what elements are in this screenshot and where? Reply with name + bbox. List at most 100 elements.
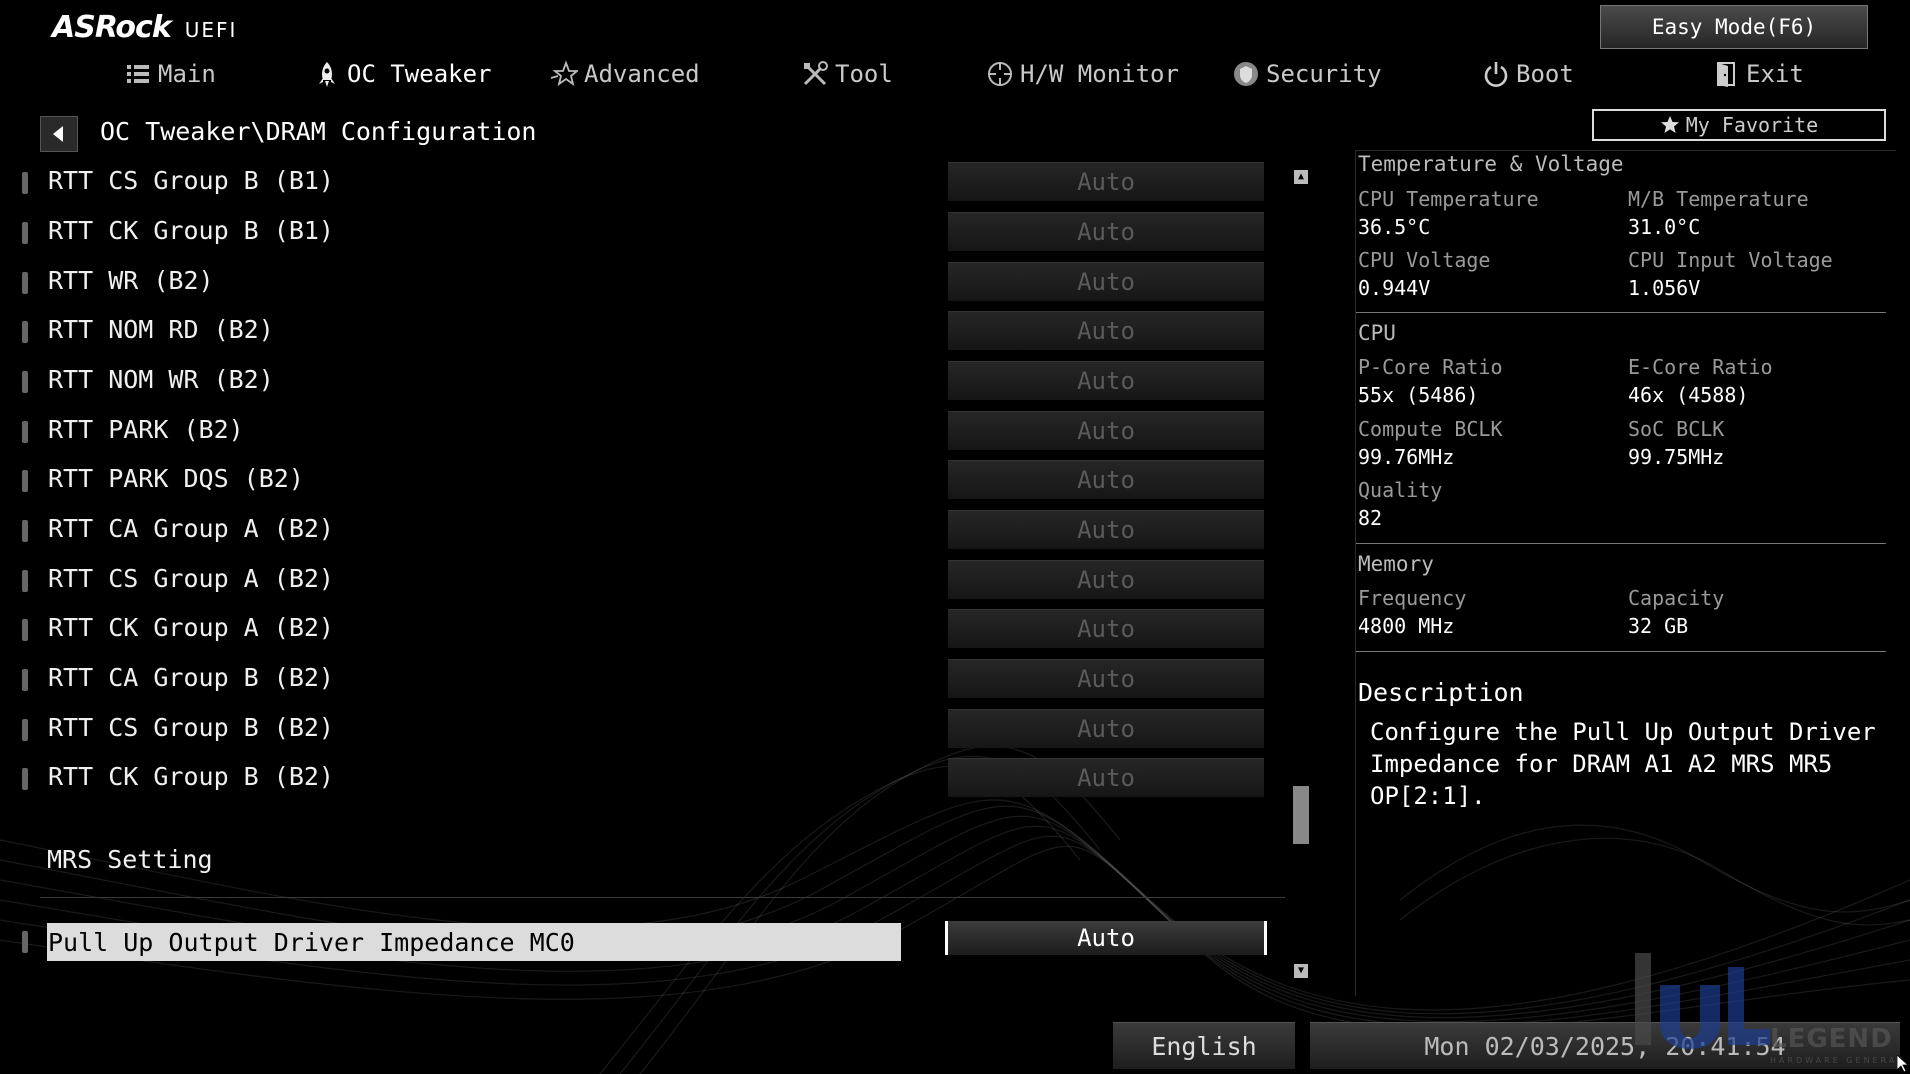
scroll-down-arrow-icon[interactable]: ▼ [1294, 964, 1308, 978]
setting-value-button[interactable]: Auto [948, 311, 1264, 350]
row-bullet-icon [22, 172, 28, 194]
setting-row-selected[interactable]: Pull Up Output Driver Impedance MC0 Auto [0, 921, 1290, 969]
setting-label: RTT PARK (B2) [48, 415, 244, 444]
setting-label: RTT CK Group B (B2) [48, 762, 334, 791]
mouse-cursor-icon [1897, 1055, 1909, 1073]
easy-mode-button[interactable]: Easy Mode(F6) [1600, 5, 1868, 49]
list-icon [127, 65, 149, 83]
my-favorite-button[interactable]: My Favorite [1592, 109, 1886, 141]
setting-label: RTT PARK DQS (B2) [48, 464, 304, 493]
pcore-ratio-label: P-Core Ratio [1358, 355, 1503, 379]
memory-section-title: Memory [1358, 552, 1434, 576]
brand-name: ASRock [52, 10, 172, 45]
tab-advanced-label: Advanced [584, 60, 700, 88]
tab-exit[interactable]: Exit [1712, 56, 1804, 92]
watermark-subtext: HARDWARE GENERATION [1770, 1056, 1905, 1065]
tab-main[interactable]: Main [124, 56, 216, 92]
setting-label: RTT WR (B2) [48, 266, 214, 295]
favorite-star-icon [1660, 116, 1679, 133]
setting-row[interactable]: RTT CS Group B (B1) Auto [0, 159, 1290, 205]
back-button[interactable] [40, 116, 78, 152]
setting-row[interactable]: RTT CK Group B (B2) Auto [0, 755, 1290, 801]
setting-value-button[interactable]: Auto [948, 560, 1264, 599]
tab-security[interactable]: Security [1232, 56, 1382, 92]
setting-label: RTT CS Group B (B2) [48, 713, 334, 742]
setting-row[interactable]: RTT CA Group A (B2) Auto [0, 507, 1290, 553]
tools-icon [803, 61, 828, 86]
capacity-value: 32 GB [1628, 614, 1689, 638]
asrock-logo: ASRock UEFI [52, 10, 237, 45]
setting-row[interactable]: RTT CA Group B (B2) Auto [0, 656, 1290, 702]
tab-security-label: Security [1266, 60, 1382, 88]
row-bullet-icon [22, 669, 28, 691]
soc-bclk-value: 99.75MHz [1628, 445, 1725, 469]
setting-row[interactable]: RTT WR (B2) Auto [0, 259, 1290, 305]
setting-value-button[interactable]: Auto [948, 361, 1264, 400]
language-button[interactable]: English [1113, 1022, 1295, 1069]
capacity-label: Capacity [1628, 586, 1725, 610]
door-icon [1717, 62, 1735, 87]
tab-tool[interactable]: Tool [801, 56, 893, 92]
setting-label: RTT CA Group B (B2) [48, 663, 334, 692]
row-bullet-icon [22, 222, 28, 244]
tab-boot-label: Boot [1516, 60, 1574, 88]
setting-value-button[interactable]: Auto [948, 758, 1264, 797]
setting-value-button[interactable]: Auto [948, 609, 1264, 648]
setting-value-button[interactable]: Auto [945, 921, 1267, 955]
description-text: Configure the Pull Up Output Driver Impe… [1370, 718, 1876, 810]
power-icon [1484, 62, 1508, 87]
settings-scrollbar[interactable]: ▲ ▼ [1292, 168, 1310, 980]
setting-value-button[interactable]: Auto [948, 411, 1264, 450]
setting-label: RTT CK Group A (B2) [48, 613, 334, 642]
ecore-ratio-label: E-Core Ratio [1628, 355, 1773, 379]
frequency-value: 4800 MHz [1358, 614, 1455, 638]
setting-label: RTT CA Group A (B2) [48, 514, 334, 543]
scroll-thumb[interactable] [1293, 786, 1309, 844]
legend-watermark-logo: LEGEND HARDWARE GENERATION [1635, 953, 1905, 1065]
setting-value-button[interactable]: Auto [948, 262, 1264, 301]
setting-row[interactable]: RTT PARK DQS (B2) Auto [0, 457, 1290, 503]
panel-divider [1356, 651, 1886, 652]
tab-oc-tweaker[interactable]: OC Tweaker [313, 56, 492, 92]
setting-row[interactable]: RTT NOM WR (B2) Auto [0, 358, 1290, 404]
setting-value-button[interactable]: Auto [948, 212, 1264, 251]
tab-main-label: Main [158, 60, 216, 88]
setting-row[interactable]: RTT CK Group A (B2) Auto [0, 606, 1290, 652]
tab-oc-tweaker-label: OC Tweaker [347, 60, 492, 88]
soc-bclk-label: SoC BCLK [1628, 417, 1725, 441]
row-bullet-icon [22, 719, 28, 741]
setting-label: RTT CS Group B (B1) [48, 166, 334, 195]
setting-label: RTT CK Group B (B1) [48, 216, 334, 245]
tab-hw-monitor[interactable]: H/W Monitor [986, 56, 1179, 92]
setting-row[interactable]: RTT CK Group B (B1) Auto [0, 209, 1290, 255]
setting-row[interactable]: RTT CS Group B (B2) Auto [0, 706, 1290, 752]
tab-boot[interactable]: Boot [1482, 56, 1574, 92]
cpu-temp-label: CPU Temperature [1358, 187, 1539, 211]
quality-label: Quality [1358, 478, 1443, 502]
panel-divider [1356, 312, 1886, 313]
compute-bclk-label: Compute BCLK [1358, 417, 1503, 441]
row-bullet-icon [22, 570, 28, 592]
setting-label: Pull Up Output Driver Impedance MC0 [48, 928, 575, 957]
setting-label: RTT NOM RD (B2) [48, 315, 274, 344]
setting-label: RTT CS Group A (B2) [48, 564, 334, 593]
setting-value-button[interactable]: Auto [948, 709, 1264, 748]
setting-row[interactable]: RTT CS Group A (B2) Auto [0, 557, 1290, 603]
setting-value-button[interactable]: Auto [948, 659, 1264, 698]
setting-value-button[interactable]: Auto [948, 510, 1264, 549]
tab-advanced[interactable]: Advanced [550, 56, 700, 92]
setting-row[interactable]: RTT NOM RD (B2) Auto [0, 308, 1290, 354]
cpu-input-voltage-label: CPU Input Voltage [1628, 248, 1833, 272]
breadcrumb: OC Tweaker\DRAM Configuration [100, 117, 537, 146]
rocket-icon [319, 62, 335, 87]
compute-bclk-value: 99.76MHz [1358, 445, 1455, 469]
setting-row[interactable]: RTT PARK (B2) Auto [0, 408, 1290, 454]
setting-value-button[interactable]: Auto [948, 460, 1264, 499]
scroll-up-arrow-icon[interactable]: ▲ [1294, 170, 1308, 184]
panel-divider [1356, 543, 1886, 544]
tab-hw-monitor-label: H/W Monitor [1020, 60, 1179, 88]
cpu-temp-value: 36.5°C [1358, 215, 1431, 239]
setting-value-button[interactable]: Auto [948, 162, 1264, 201]
row-bullet-icon [22, 619, 28, 641]
info-panel: Temperature & Voltage CPU Temperature 36… [1355, 150, 1896, 996]
